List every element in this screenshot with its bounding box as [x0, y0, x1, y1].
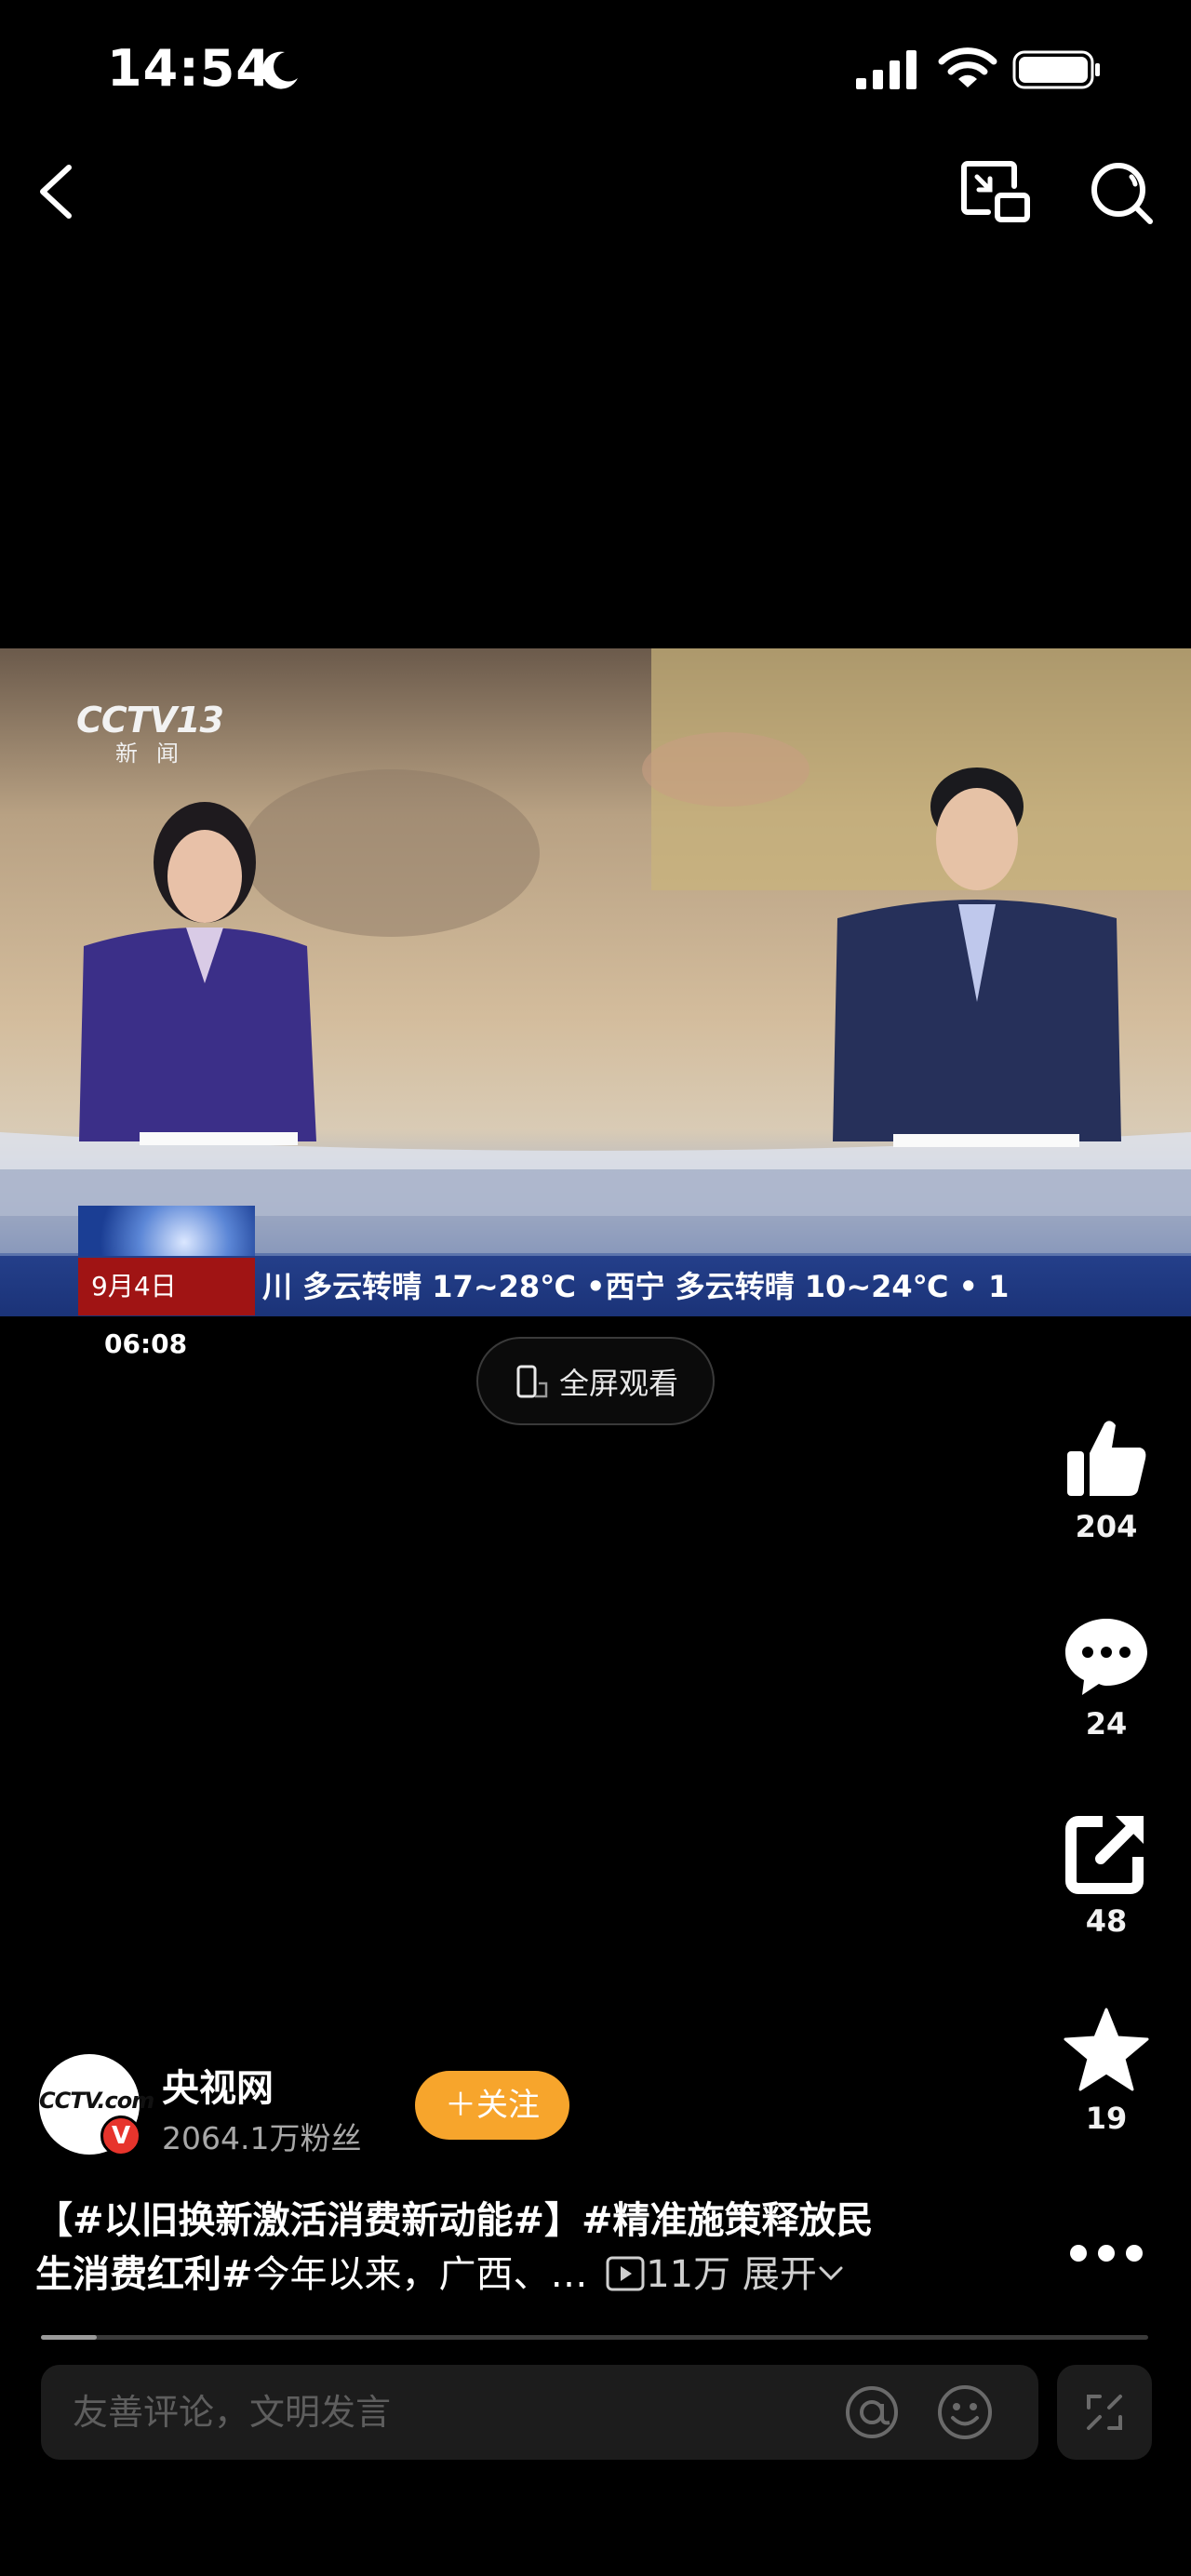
follow-button[interactable]: ＋关注	[415, 2071, 569, 2140]
back-icon[interactable]	[28, 156, 86, 227]
more-icon	[1070, 2245, 1143, 2262]
video-description[interactable]: 【#以旧换新激活消费新动能#】#精准施策释放民 生消费红利#今年以来，广西、… …	[35, 2194, 966, 2302]
ticker-date: 9月4日 06:08	[78, 1258, 255, 1359]
view-count: 11万	[646, 2253, 731, 2296]
wifi-icon	[938, 47, 997, 87]
expand-label: 展开	[742, 2253, 817, 2296]
expand-link[interactable]: 展开	[743, 2253, 845, 2296]
favorite-icon	[1064, 2008, 1149, 2091]
comment-button[interactable]: 24	[1051, 1611, 1161, 1742]
chevron-down-icon	[819, 2266, 843, 2281]
verified-badge: V	[100, 2116, 141, 2156]
battery-icon	[1012, 50, 1100, 89]
share-count: 48	[1085, 1903, 1128, 1939]
comment-icon	[1065, 1619, 1147, 1695]
pip-icon[interactable]	[960, 158, 1033, 225]
collapse-icon	[1087, 2395, 1122, 2430]
phone-rotate-icon	[516, 1365, 548, 1397]
like-button[interactable]: 204	[1051, 1414, 1161, 1544]
description-line1: 【#以旧换新激活消费新动能#】#精准施策释放民	[35, 2199, 874, 2242]
favorite-button[interactable]: 19	[1051, 2006, 1161, 2136]
fullscreen-label: 全屏观看	[558, 1365, 678, 1401]
like-icon	[1067, 1421, 1146, 1496]
author-name[interactable]: 央视网	[162, 2058, 274, 2112]
description-hashtag: 生消费红利#	[35, 2253, 253, 2296]
collapse-button[interactable]	[1057, 2365, 1152, 2460]
author-fans: 2064.1万粉丝	[162, 2120, 362, 2156]
comment-input[interactable]: 友善评论，文明发言	[41, 2365, 1038, 2460]
ticker-weather-text: 川 多云转晴 17~28℃ •西宁 多云转晴 10~24℃ • 1	[262, 1269, 1010, 1304]
more-button[interactable]	[1051, 2229, 1161, 2277]
video-progress-bar[interactable]	[41, 2335, 1148, 2340]
status-time: 14:54	[107, 39, 272, 98]
like-count: 204	[1075, 1509, 1138, 1544]
channel-logo-sub: 新闻	[115, 741, 197, 767]
ticker-time-text: 06:08	[104, 1328, 188, 1359]
ticker-globe	[78, 1206, 255, 1258]
video-progress-fill	[41, 2335, 97, 2340]
avatar-logo-text: CCTV.com	[39, 2088, 154, 2114]
share-icon	[1065, 1816, 1144, 1894]
comment-placeholder: 友善评论，文明发言	[73, 2392, 392, 2433]
search-icon[interactable]	[1087, 158, 1158, 225]
emoji-icon[interactable]	[936, 2383, 994, 2441]
favorite-count: 19	[1085, 2101, 1128, 2136]
signal-icon	[856, 50, 917, 89]
moon-icon	[261, 51, 298, 89]
fullscreen-button[interactable]: 全屏观看	[476, 1337, 715, 1425]
at-icon[interactable]	[843, 2383, 901, 2441]
share-button[interactable]: 48	[1051, 1809, 1161, 1939]
play-icon	[606, 2256, 645, 2291]
description-text: 今年以来，广西、…	[252, 2253, 588, 2296]
status-bar: 14:54	[0, 0, 1191, 140]
comment-count: 24	[1085, 1706, 1128, 1742]
ticker-date-text: 9月4日	[91, 1271, 177, 1301]
